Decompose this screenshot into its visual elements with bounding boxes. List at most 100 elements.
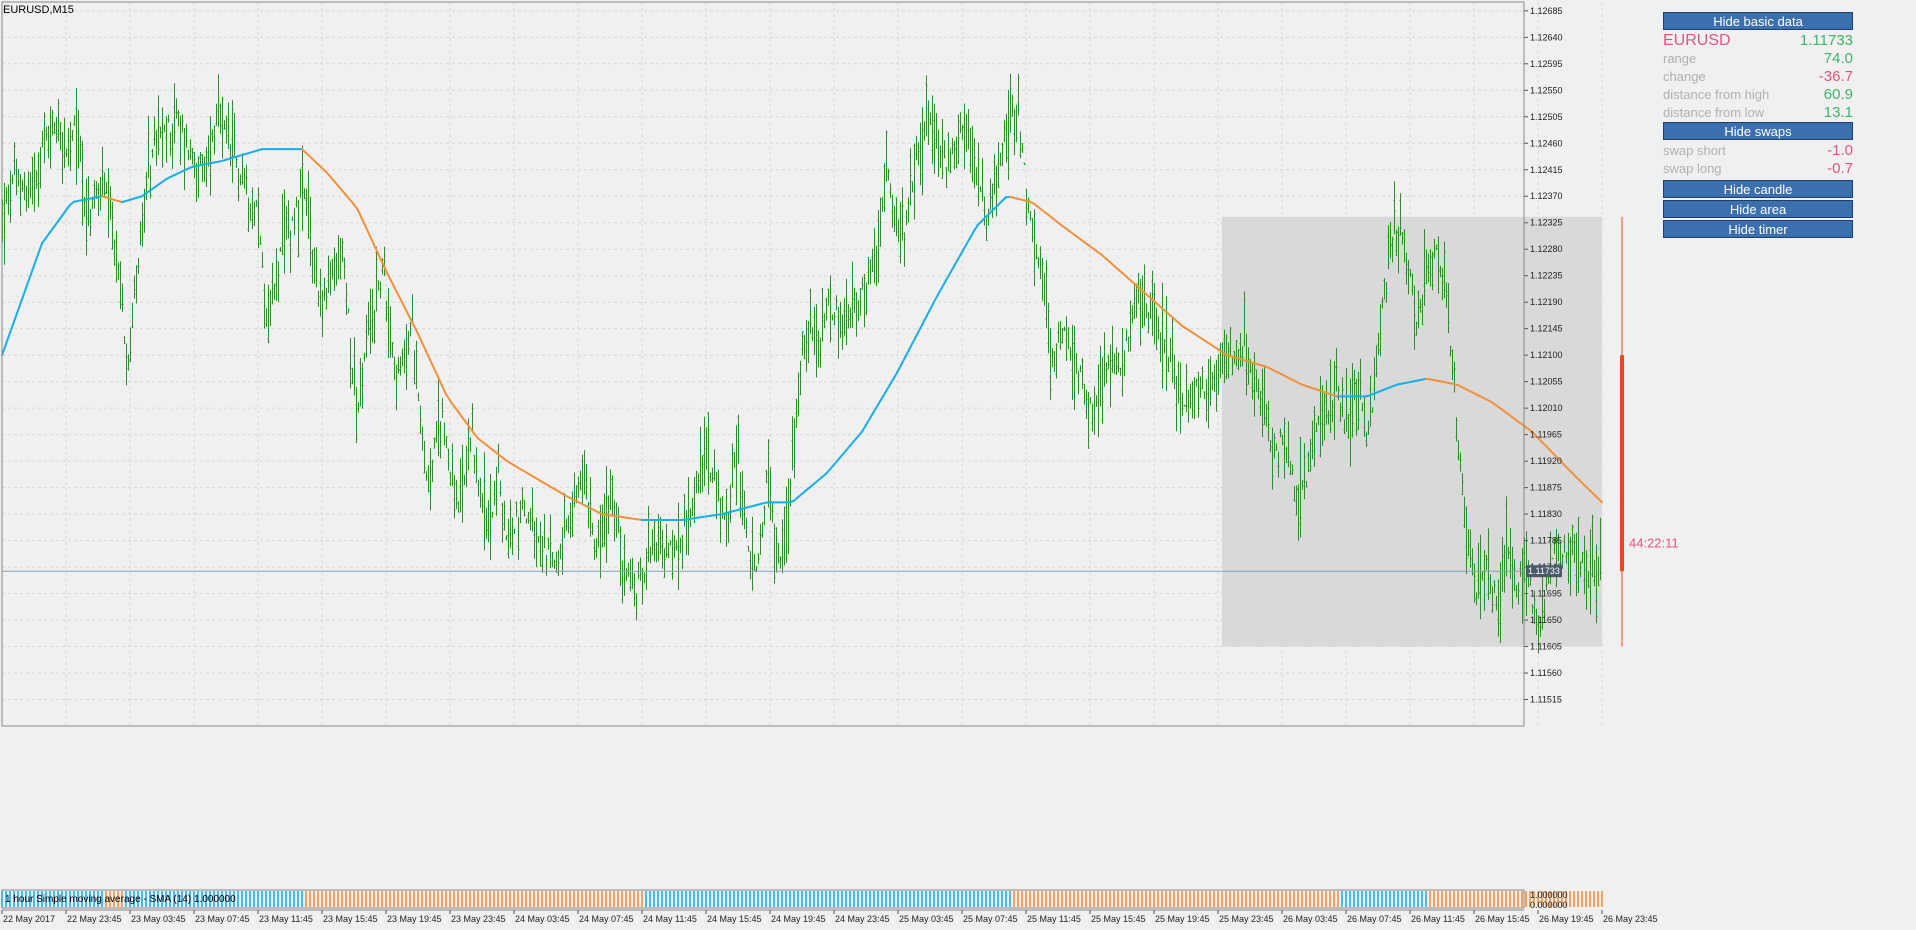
ma-segment (457, 410, 463, 418)
ma-segment (449, 399, 455, 407)
ma-segment (21, 287, 27, 301)
ma-segment (353, 203, 359, 212)
hide-area-button[interactable]: Hide area (1663, 200, 1853, 218)
y-tick-label: 1.11830 (1530, 509, 1562, 519)
current-price-label: 1.11733 (1528, 566, 1560, 576)
y-tick-label: 1.12415 (1530, 165, 1563, 175)
y-tick-label: 1.12595 (1530, 59, 1563, 69)
x-tick-label: 26 May 03:45 (1283, 914, 1338, 924)
ma-segment (357, 209, 363, 220)
x-tick-label: 25 May 23:45 (1219, 914, 1274, 924)
hide-basic-data-button[interactable]: Hide basic data (1663, 12, 1853, 30)
y-tick-label: 1.12460 (1530, 138, 1563, 148)
ma-segment (461, 415, 467, 424)
price-chart[interactable]: 44:22:11 1.12685 1.12640 1.12595 1.12550 1.1… (0, 0, 1916, 930)
ma-segment (5, 331, 11, 345)
y-tick-label: 1.12325 (1530, 218, 1563, 228)
ma-segment (53, 220, 59, 228)
ma-segment (957, 251, 963, 261)
ma-segment (433, 367, 439, 378)
indicator-subwindow: 1.0000000.000000 (1, 889, 1603, 910)
hide-candle-button[interactable]: Hide candle (1663, 180, 1853, 198)
ma-segment (377, 252, 383, 263)
ma-segment (965, 237, 971, 247)
y-tick-label: 1.11785 (1530, 536, 1562, 546)
ma-segment (65, 203, 71, 212)
ma-segment (33, 253, 39, 267)
distance-high-value: 60.9 (1823, 86, 1853, 103)
current-candle (1620, 216, 1624, 647)
y-tick-label: 1.11695 (1530, 589, 1562, 599)
ma-segment (929, 301, 935, 311)
ma-segment (405, 309, 411, 319)
ma-segment (49, 225, 55, 234)
ma-segment (861, 423, 867, 433)
distance-high-row: distance from high 60.9 (1663, 86, 1853, 104)
ma-segment (29, 264, 35, 278)
y-tick-label: 1.12505 (1530, 112, 1563, 122)
candle-timer: 44:22:11 (1629, 536, 1679, 551)
hide-timer-button[interactable]: Hide timer (1663, 220, 1853, 238)
y-tick-label: 1.11650 (1530, 615, 1562, 625)
chart-title: EURUSD,M15 (3, 4, 74, 16)
ma-segment (885, 383, 891, 393)
ma-segment (441, 384, 447, 396)
subwindow-axis-label: 1.000000 (1530, 890, 1568, 900)
y-tick-label: 1.12235 (1530, 271, 1563, 281)
ma-segment (1, 342, 7, 357)
distance-low-label: distance from low (1663, 105, 1765, 120)
ma-segment (365, 226, 371, 238)
x-tick-label: 26 May 19:45 (1539, 914, 1594, 924)
ma-segment (905, 346, 911, 357)
x-tick-label: 26 May 07:45 (1347, 914, 1402, 924)
time-axis: 22 May 2017 22 May 23:45 23 May 03:45 23 Ma… (1, 909, 1658, 924)
ma-segment (973, 223, 979, 232)
x-tick-label: 25 May 03:45 (899, 914, 954, 924)
ma-segment (893, 369, 899, 379)
range-value: 74.0 (1823, 50, 1853, 67)
ma-segment (393, 285, 399, 296)
swap-long-value: -0.7 (1827, 160, 1853, 177)
x-tick-label: 25 May 19:45 (1155, 914, 1210, 924)
x-tick-label: 23 May 07:45 (195, 914, 250, 924)
ma-segment (389, 277, 395, 288)
y-tick-label: 1.12550 (1530, 85, 1563, 95)
ma-segment (61, 209, 67, 217)
ma-segment (9, 320, 15, 334)
ma-segment (901, 354, 907, 365)
swap-long-label: swap long (1663, 161, 1722, 176)
ma-segment (413, 324, 419, 335)
ma-segment (25, 275, 31, 290)
ma-segment (401, 301, 407, 312)
x-tick-label: 24 May 15:45 (707, 914, 762, 924)
ma-segment (969, 229, 975, 240)
hide-swaps-button[interactable]: Hide swaps (1663, 122, 1853, 140)
y-tick-label: 1.11560 (1530, 668, 1562, 678)
swap-short-value: -1.0 (1827, 142, 1853, 159)
ma-segment (445, 393, 451, 402)
x-tick-label: 24 May 03:45 (515, 914, 570, 924)
ma-segment (921, 316, 927, 327)
ma-segment (429, 358, 435, 370)
ma-segment (925, 308, 931, 319)
x-tick-label: 26 May 15:45 (1475, 914, 1530, 924)
x-tick-label: 26 May 23:45 (1603, 914, 1658, 924)
change-label: change (1663, 69, 1706, 84)
ma-segment (397, 293, 403, 304)
x-tick-label: 23 May 23:45 (451, 914, 506, 924)
ma-segment (937, 286, 943, 296)
ma-segment (41, 236, 47, 245)
ma-segment (941, 279, 947, 289)
change-value: -36.7 (1818, 68, 1853, 85)
ma-segment (45, 231, 51, 239)
change-row: change -36.7 (1663, 68, 1853, 86)
x-tick-label: 23 May 19:45 (387, 914, 442, 924)
ma-segment (421, 341, 427, 353)
x-tick-label: 25 May 11:45 (1027, 914, 1081, 924)
ma-segment (453, 404, 459, 413)
ma-segment (913, 331, 919, 342)
swap-long-row: swap long -0.7 (1663, 160, 1853, 178)
x-tick-label: 23 May 03:45 (131, 914, 186, 924)
distance-high-label: distance from high (1663, 87, 1770, 102)
x-tick-label: 24 May 07:45 (579, 914, 634, 924)
